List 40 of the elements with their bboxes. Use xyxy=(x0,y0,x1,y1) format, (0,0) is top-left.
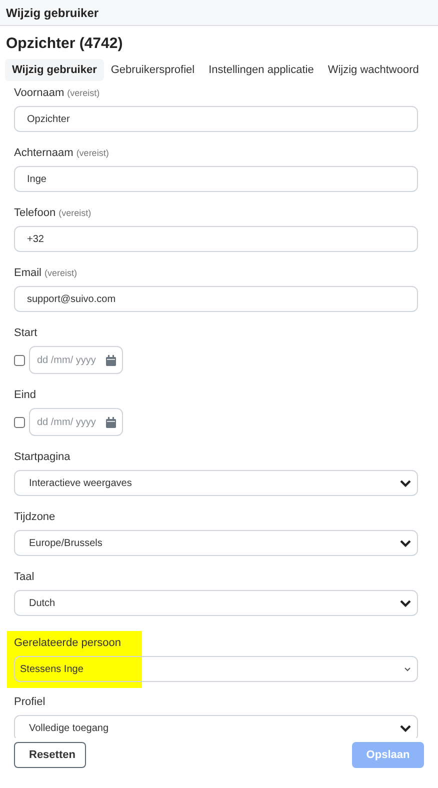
required-note: (vereist) xyxy=(67,88,100,98)
field-label: Tijdzone xyxy=(14,511,56,523)
calendar-icon xyxy=(106,354,116,366)
reset-button[interactable]: Resetten xyxy=(14,742,86,768)
checkbox[interactable] xyxy=(14,354,25,366)
field-label: Taal xyxy=(14,571,34,583)
text-field[interactable]: +32 xyxy=(14,226,418,252)
required-note: (vereist) xyxy=(76,148,109,158)
field-label: Voornaam xyxy=(14,87,64,99)
select-field[interactable]: Dutch xyxy=(14,590,418,616)
required-note: (vereist) xyxy=(44,268,78,278)
checkbox[interactable] xyxy=(14,416,25,428)
field-label: Gerelateerde persoon xyxy=(14,637,122,649)
field-label: Eind xyxy=(14,389,36,401)
field-label: Startpagina xyxy=(14,451,70,463)
header-title: Wijzig gebruiker xyxy=(6,6,99,20)
field-label: Start xyxy=(14,327,38,339)
select-field[interactable]: Stessens Inge xyxy=(14,656,418,682)
field-label: Telefoon xyxy=(14,207,56,219)
tab[interactable]: Gebruikersprofiel xyxy=(104,59,202,81)
select-field[interactable]: Interactieve weergaves xyxy=(14,470,418,496)
required-note: (vereist) xyxy=(58,208,92,218)
calendar-icon xyxy=(106,416,116,428)
field-label: Profiel xyxy=(14,696,46,708)
chevron-icon xyxy=(404,666,411,672)
tab[interactable]: Wijzig wachtwoord xyxy=(320,59,426,81)
chevron-icon xyxy=(400,724,411,732)
select-field[interactable]: Europe/Brussels xyxy=(14,530,418,556)
field-label: Email xyxy=(14,267,42,279)
text-field[interactable]: Inge xyxy=(14,166,418,192)
tab[interactable]: Wijzig gebruiker xyxy=(5,59,104,81)
tab[interactable]: Instellingen applicatie xyxy=(202,59,321,81)
select-field[interactable]: Volledige toegang xyxy=(14,715,418,738)
field-label: Achternaam xyxy=(14,147,74,159)
chevron-icon xyxy=(400,600,411,606)
chevron-icon xyxy=(400,480,411,486)
text-field[interactable]: Opzichter xyxy=(14,106,418,132)
text-field[interactable]: support@suivo.com xyxy=(14,286,418,312)
page-title: Opzichter (4742) xyxy=(6,35,123,52)
chevron-icon xyxy=(400,540,411,546)
